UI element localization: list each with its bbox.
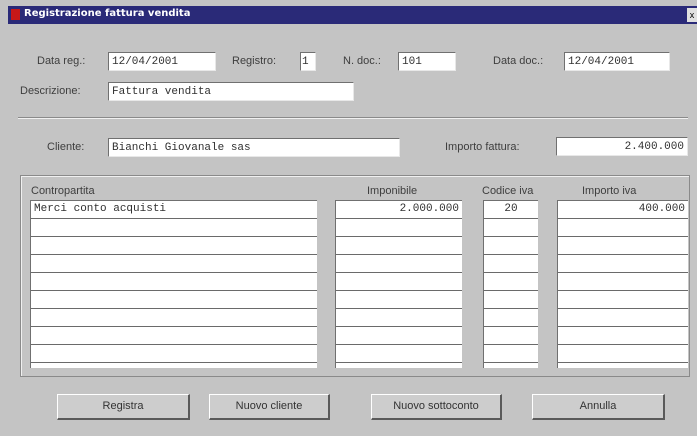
header-contropartita: Contropartita: [31, 185, 95, 197]
importo-fattura-label: Importo fattura:: [445, 141, 520, 153]
contropartita-cell[interactable]: [31, 309, 317, 327]
imponibile-column: 2.000.000: [335, 200, 462, 368]
importo-iva-cell[interactable]: 400.000: [558, 201, 688, 219]
codice-iva-cell[interactable]: [484, 273, 538, 291]
importo-iva-cell[interactable]: [558, 309, 688, 327]
nuovo-cliente-button[interactable]: Nuovo cliente: [209, 394, 330, 420]
codice-iva-cell[interactable]: [484, 219, 538, 237]
codice-iva-cell[interactable]: [484, 291, 538, 309]
nuovo-sottoconto-button[interactable]: Nuovo sottoconto: [371, 394, 502, 420]
imponibile-cell[interactable]: [336, 255, 462, 273]
ndoc-label: N. doc.:: [343, 55, 381, 67]
contropartita-cell[interactable]: [31, 327, 317, 345]
contropartita-cell[interactable]: [31, 291, 317, 309]
ndoc-field[interactable]: 101: [398, 52, 456, 71]
data-doc-field[interactable]: 12/04/2001: [564, 52, 670, 71]
codice-iva-column: 20: [483, 200, 538, 368]
codice-iva-cell[interactable]: [484, 327, 538, 345]
importo-iva-cell[interactable]: [558, 273, 688, 291]
importo-iva-cell[interactable]: [558, 219, 688, 237]
header-importo-iva: Importo iva: [582, 185, 637, 197]
codice-iva-cell[interactable]: [484, 345, 538, 363]
separator-line: [18, 117, 688, 119]
dialog-window: Registrazione fattura vendita x Data reg…: [0, 0, 697, 436]
codice-iva-cell[interactable]: [484, 237, 538, 255]
descrizione-label: Descrizione:: [20, 85, 81, 97]
registro-field[interactable]: 1: [300, 52, 316, 71]
header-imponibile: Imponibile: [367, 185, 418, 197]
registra-button[interactable]: Registra: [57, 394, 190, 420]
importo-iva-cell[interactable]: [558, 237, 688, 255]
imponibile-cell[interactable]: [336, 309, 462, 327]
contropartita-cell[interactable]: [31, 255, 317, 273]
header-codice-iva: Codice iva: [482, 185, 534, 197]
codice-iva-cell[interactable]: [484, 309, 538, 327]
contropartita-cell[interactable]: [31, 345, 317, 363]
imponibile-cell[interactable]: 2.000.000: [336, 201, 462, 219]
descrizione-field[interactable]: Fattura vendita: [108, 82, 354, 101]
imponibile-cell[interactable]: [336, 345, 462, 363]
contropartita-cell[interactable]: [31, 237, 317, 255]
importo-iva-cell[interactable]: [558, 327, 688, 345]
importo-iva-cell[interactable]: [558, 345, 688, 363]
imponibile-cell[interactable]: [336, 327, 462, 345]
contropartita-column: Merci conto acquisti: [30, 200, 317, 368]
importo-iva-column: 400.000: [557, 200, 688, 368]
data-doc-label: Data doc.:: [493, 55, 544, 67]
contropartita-cell[interactable]: Merci conto acquisti: [31, 201, 317, 219]
imponibile-cell[interactable]: [336, 237, 462, 255]
annulla-button[interactable]: Annulla: [532, 394, 665, 420]
title-bar[interactable]: Registrazione fattura vendita x: [8, 6, 697, 24]
window-title: Registrazione fattura vendita: [24, 8, 191, 19]
data-reg-field[interactable]: 12/04/2001: [108, 52, 216, 71]
close-icon[interactable]: x: [687, 8, 697, 22]
importo-iva-cell[interactable]: [558, 255, 688, 273]
importo-iva-cell[interactable]: [558, 291, 688, 309]
imponibile-cell[interactable]: [336, 291, 462, 309]
importo-fattura-field[interactable]: 2.400.000: [556, 137, 688, 156]
app-icon: [11, 9, 20, 20]
data-reg-label: Data reg.:: [37, 55, 86, 67]
contropartita-cell[interactable]: [31, 273, 317, 291]
codice-iva-cell[interactable]: [484, 255, 538, 273]
cliente-field[interactable]: Bianchi Giovanale sas: [108, 138, 400, 157]
contropartita-cell[interactable]: [31, 219, 317, 237]
registro-label: Registro:: [232, 55, 277, 67]
imponibile-cell[interactable]: [336, 219, 462, 237]
imponibile-cell[interactable]: [336, 273, 462, 291]
codice-iva-cell[interactable]: 20: [484, 201, 538, 219]
cliente-label: Cliente:: [47, 141, 85, 153]
